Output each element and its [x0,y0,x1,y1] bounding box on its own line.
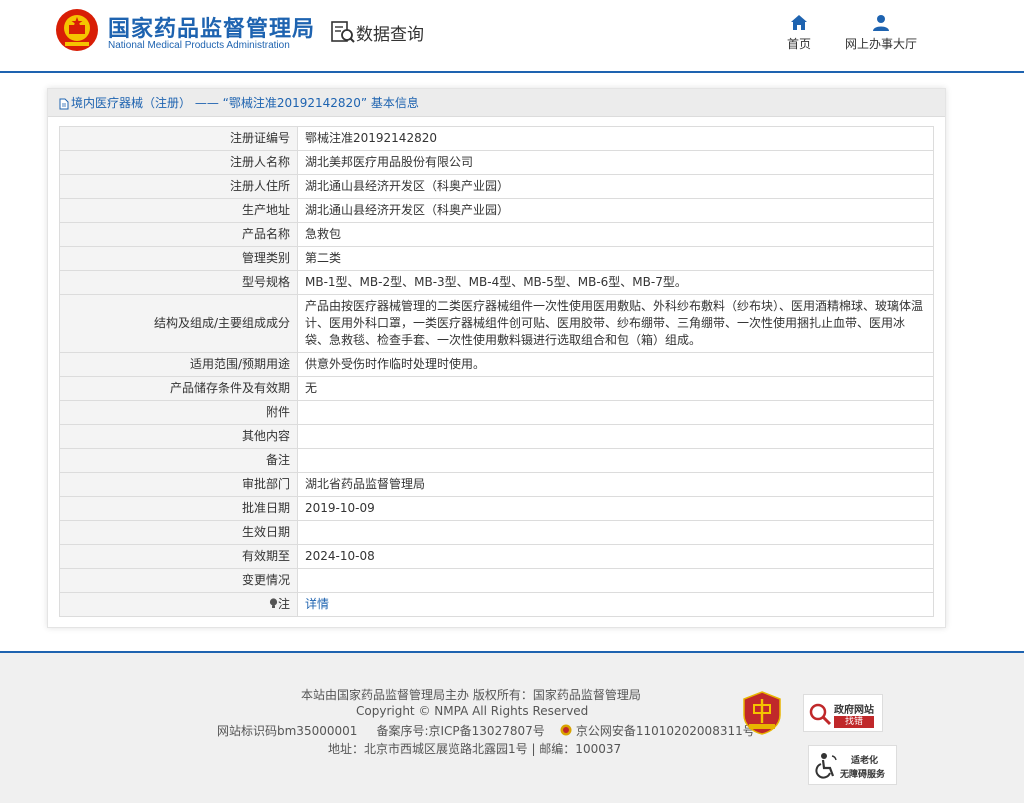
nav-home[interactable]: 首页 [780,14,818,52]
table-row: 附件 [59,400,934,425]
field-label: 附件 [59,400,298,425]
badge-aged-title: 适老化 [851,756,879,766]
site-header: 国家药品监督管理局 National Medical Products Admi… [0,0,1024,73]
party-government-badge-icon[interactable] [742,691,782,735]
field-value: 产品由按医疗器械管理的二类医疗器械组件一次性使用医用敷贴、外科纱布敷料（纱布块）… [297,294,934,353]
field-label: 结构及组成/主要组成成分 [59,294,298,353]
badge-aged-sub: 无障碍服务 [840,770,886,780]
field-label: 产品储存条件及有效期 [59,376,298,401]
field-label: 注册人名称 [59,150,298,175]
table-row: 产品储存条件及有效期无 [59,376,934,401]
field-label: 备注 [59,448,298,473]
device-info-table: 注册证编号 鄂械注准20192142820 注册人名称 湖北美邦医疗用品股份有限公司注… [59,126,934,617]
field-label: 变更情况 [59,568,298,593]
site-subtitle: National Medical Products Administration [108,40,290,51]
field-value: 湖北通山县经济开发区（科奥产业园） [297,198,934,223]
site-footer: 本站由国家药品监督管理局主办 版权所有：国家药品监督管理局 Copyright … [0,651,1024,803]
elderly-accessibility-badge[interactable]: 适老化 无障碍服务 [808,745,897,785]
table-row: 生产地址 湖北通山县经济开发区（科奥产业园） [59,198,934,223]
table-row: 变更情况 [59,568,934,593]
table-row: 结构及组成/主要组成成分 产品由按医疗器械管理的二类医疗器械组件一次性使用医用敷贴… [59,294,934,353]
footer-sponsor: 本站由国家药品监督管理局主办 版权所有：国家药品监督管理局 [301,688,641,702]
field-label: 其他内容 [59,424,298,449]
accessibility-icon [815,753,837,779]
field-label: 产品名称 [59,222,298,247]
field-label: 批准日期 [59,496,298,521]
field-value: 2024-10-08 [297,544,934,569]
field-label: 有效期至 [59,544,298,569]
table-row: 型号规格 MB-1型、MB-2型、MB-3型、MB-4型、MB-5型、MB-6型、… [59,270,934,295]
table-row: 注册人住所 湖北通山县经济开发区（科奥产业园） [59,174,934,199]
field-value [297,400,934,425]
field-value [297,424,934,449]
breadcrumb-text[interactable]: 境内医疗器械（注册） —— “鄂械注准20192142820” 基本信息 [71,96,419,110]
nav-home-label: 首页 [786,37,811,51]
table-row: 审批部门 湖北省药品监督管理局 [59,472,934,497]
national-emblem-icon [56,9,98,51]
nav-online-service-hall[interactable]: 网上办事大厅 [838,14,924,52]
field-label: 型号规格 [59,270,298,295]
table-row-note: 注 详情 [59,592,934,617]
field-value [297,568,934,593]
police-badge-icon [560,724,572,736]
field-value: 第二类 [297,246,934,271]
data-query-icon [331,21,355,43]
field-label: 审批部门 [59,472,298,497]
field-value: MB-1型、MB-2型、MB-3型、MB-4型、MB-5型、MB-6型、MB-7… [297,270,934,295]
field-value: 2019-10-09 [297,496,934,521]
table-row: 批准日期 2019-10-09 [59,496,934,521]
gov-site-error-report-badge[interactable]: 政府网站 找错 [803,694,883,732]
table-row: 其他内容 [59,424,934,449]
nav-online-service-hall-label: 网上办事大厅 [844,37,917,51]
footer-address: 地址：北京市西城区展览路北露园1号 | 邮编：100037 [328,742,622,756]
document-icon [59,98,69,110]
home-icon [791,15,807,30]
footer-registration: 网站标识码bm35000001 备案序号:京ICP备13027807号 京公网安… [217,722,755,739]
table-row: 管理类别 第二类 [59,246,934,271]
field-value [297,520,934,545]
field-value: 湖北省药品监督管理局 [297,472,934,497]
field-value: 湖北通山县经济开发区（科奥产业园） [297,174,934,199]
field-label: 生效日期 [59,520,298,545]
field-label-note: 注 [59,592,298,617]
table-row: 注册证编号 鄂械注准20192142820 [59,126,934,151]
field-label: 管理类别 [59,246,298,271]
field-value: 湖北美邦医疗用品股份有限公司 [297,150,934,175]
data-query-label: 数据查询 [356,25,424,45]
table-row: 备注 [59,448,934,473]
table-row: 注册人名称 湖北美邦医疗用品股份有限公司 [59,150,934,175]
footer-police-link[interactable]: 京公网安备11010202008311号 [576,724,755,738]
field-value [297,448,934,473]
field-value: 供意外受伤时作临时处理时使用。 [297,352,934,377]
badge-zhaocuo-sub: 找错 [834,716,874,728]
field-label: 注册人住所 [59,174,298,199]
details-link[interactable]: 详情 [305,597,329,611]
note-label: 注 [277,597,290,611]
table-row: 产品名称 急救包 [59,222,934,247]
user-icon [873,15,889,31]
magnifier-icon [809,703,832,726]
breadcrumb: 境内医疗器械（注册） —— “鄂械注准20192142820” 基本信息 [48,89,945,117]
lightbulb-icon [269,598,278,608]
field-value-note: 详情 [297,592,934,617]
field-label: 适用范围/预期用途 [59,352,298,377]
table-row: 适用范围/预期用途 供意外受伤时作临时处理时使用。 [59,352,934,377]
footer-copyright: Copyright © NMPA All Rights Reserved [356,704,589,718]
footer-site-id: 网站标识码bm35000001 [217,724,358,738]
badge-zhaocuo-title: 政府网站 [834,705,874,716]
field-value: 急救包 [297,222,934,247]
detail-panel: 境内医疗器械（注册） —— “鄂械注准20192142820” 基本信息 注册证… [47,88,946,628]
site-title[interactable]: 国家药品监督管理局 [108,11,315,43]
field-value: 鄂械注准20192142820 [297,126,934,151]
table-row: 有效期至 2024-10-08 [59,544,934,569]
field-value: 无 [297,376,934,401]
field-label: 生产地址 [59,198,298,223]
table-row: 生效日期 [59,520,934,545]
footer-icp-link[interactable]: 备案序号:京ICP备13027807号 [376,724,544,738]
field-label: 注册证编号 [59,126,298,151]
